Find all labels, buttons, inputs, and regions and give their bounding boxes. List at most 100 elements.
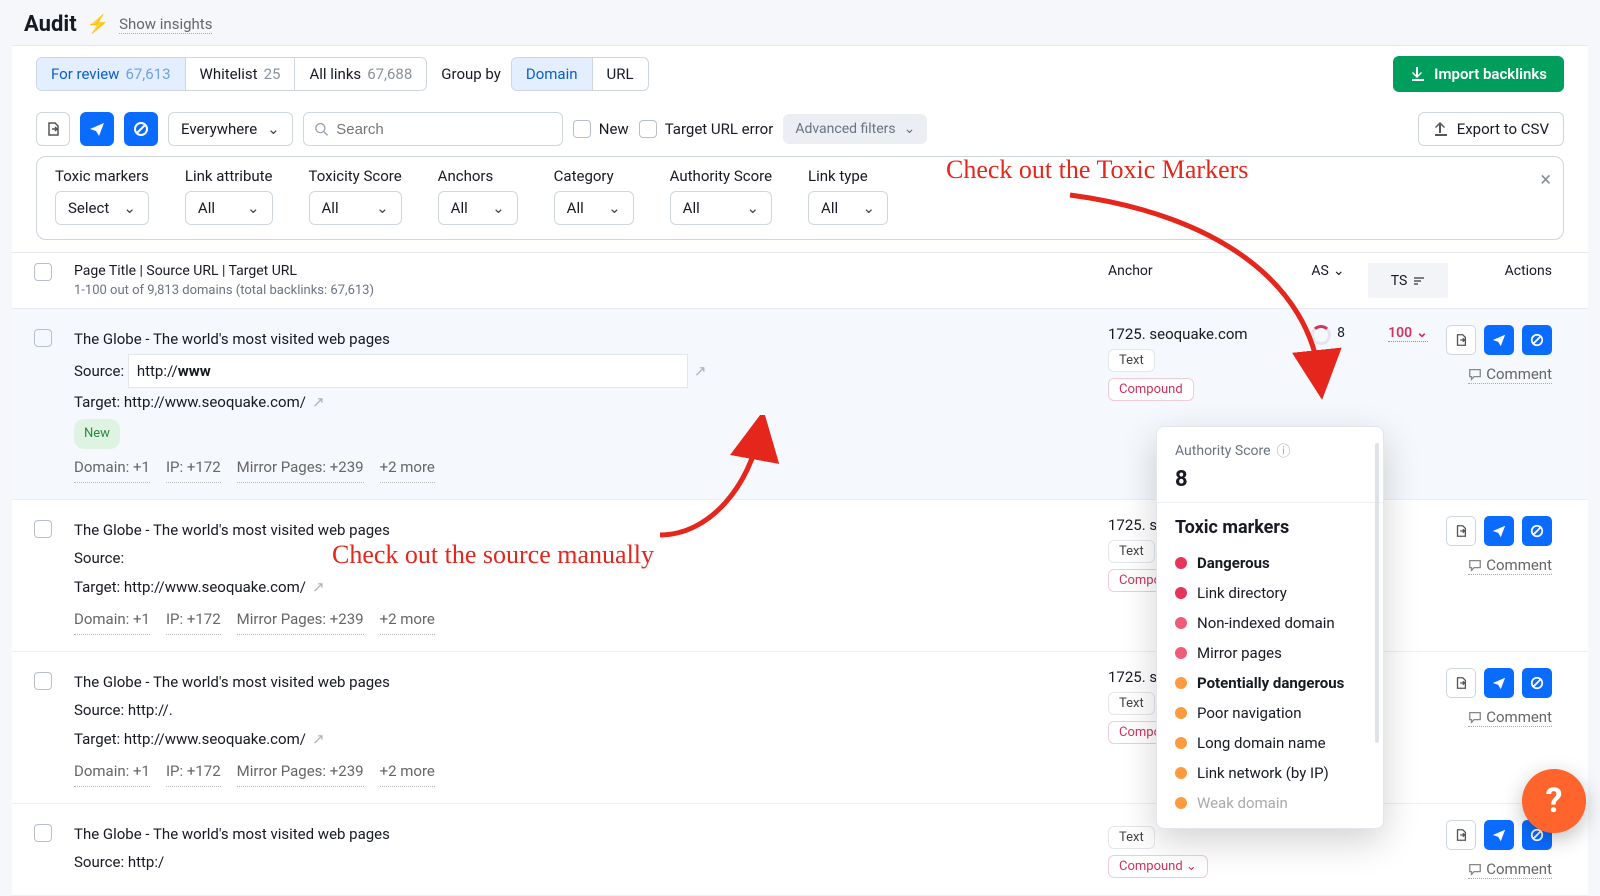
target-url[interactable]: http://www.seoquake.com/ [124,730,306,748]
disavow-icon-button[interactable] [124,112,158,146]
chevron-down-icon: ⌄ [862,199,875,217]
advanced-filters-button[interactable]: Advanced filters ⌄ [783,114,927,144]
row-move-button[interactable] [1446,516,1476,546]
scope-select[interactable]: Everywhere ⌄ [168,112,293,146]
search-input[interactable] [336,121,552,138]
external-link-icon[interactable]: ↗ [312,393,325,411]
meta-mirror[interactable]: Mirror Pages: +239 [237,453,364,483]
meta-more[interactable]: +2 more [380,453,435,483]
meta-domain[interactable]: Domain: +1 [74,453,150,483]
as-value: 8 [1337,325,1345,341]
table-header: Page Title | Source URL | Target URL 1-1… [12,252,1588,309]
row-send-button[interactable] [1484,516,1514,546]
comment-icon [1468,710,1482,724]
anchor-type-tag: Text [1108,349,1155,372]
checkbox-icon [639,120,657,138]
block-icon [133,121,149,137]
external-link-icon[interactable]: ↗ [694,362,707,380]
button-label: Advanced filters [795,121,895,137]
row-checkbox[interactable] [34,824,52,842]
filter-new[interactable]: New [573,120,629,138]
tab-count: 67,688 [367,65,412,83]
th-ts[interactable]: TS [1368,263,1448,298]
comment-button[interactable]: Comment [1468,708,1552,727]
close-filters-button[interactable]: × [1540,167,1551,191]
filter-label: Toxicity Score [309,167,402,185]
comment-button[interactable]: Comment [1468,556,1552,575]
row-disavow-button[interactable] [1522,325,1552,355]
th-as[interactable]: AS⌄ [1288,263,1368,279]
marker-label: Link directory [1197,584,1287,602]
select-all-checkbox[interactable] [34,263,52,281]
row-send-button[interactable] [1484,820,1514,850]
row-send-button[interactable] [1484,668,1514,698]
group-by-domain[interactable]: Domain [512,58,593,90]
tab-whitelist[interactable]: Whitelist 25 [186,58,296,90]
row-checkbox[interactable] [34,672,52,690]
filter-link-attribute-select[interactable]: All⌄ [185,191,273,225]
row-send-button[interactable] [1484,325,1514,355]
meta-mirror[interactable]: Mirror Pages: +239 [237,605,364,635]
meta-ip[interactable]: IP: +172 [166,757,221,787]
row-title: The Globe - The world's most visited web… [74,668,1108,697]
row-checkbox[interactable] [34,329,52,347]
target-url[interactable]: http://www.seoquake.com/ [124,578,306,596]
row-move-button[interactable] [1446,325,1476,355]
meta-domain[interactable]: Domain: +1 [74,757,150,787]
button-label: Import backlinks [1434,65,1547,83]
target-url[interactable]: http://www.seoquake.com/ [124,393,306,411]
meta-domain[interactable]: Domain: +1 [74,605,150,635]
filter-toxic-markers-select[interactable]: Select⌄ [55,191,149,225]
tab-for-review[interactable]: For review 67,613 [37,58,186,90]
row-disavow-button[interactable] [1522,668,1552,698]
group-by-url[interactable]: URL [593,58,648,90]
import-backlinks-button[interactable]: Import backlinks [1393,56,1564,92]
meta-more[interactable]: +2 more [380,757,435,787]
source-url-input[interactable]: http://www [128,354,688,389]
source-url[interactable]: http://. [128,701,173,719]
meta-ip[interactable]: IP: +172 [166,453,221,483]
meta-ip[interactable]: IP: +172 [166,605,221,635]
tab-count: 25 [264,65,281,83]
toxic-marker-item: Weak domain [1175,788,1365,818]
row-title: The Globe - The world's most visited web… [74,325,1108,354]
filter-anchors-select[interactable]: All⌄ [438,191,518,225]
group-by-segment: Domain URL [511,57,649,91]
filter-category-select[interactable]: All⌄ [554,191,634,225]
row-checkbox[interactable] [34,520,52,538]
search-input-wrap[interactable] [303,112,563,146]
filter-toxicity-score-select[interactable]: All⌄ [309,191,402,225]
comment-button[interactable]: Comment [1468,860,1552,879]
row-disavow-button[interactable] [1522,516,1552,546]
comment-button[interactable]: Comment [1468,365,1552,384]
anchor-type-tag: Text [1108,826,1155,849]
external-link-icon[interactable]: ↗ [312,730,325,748]
show-insights-link[interactable]: Show insights [119,15,212,34]
row-move-button[interactable] [1446,820,1476,850]
scrollbar[interactable] [1375,443,1379,743]
toxic-marker-item: Non-indexed domain [1175,608,1365,638]
filter-label: Anchors [438,167,518,185]
filter-label: Link attribute [185,167,273,185]
button-label: Export to CSV [1457,120,1549,138]
marker-label: Poor navigation [1197,704,1302,722]
th-page: Page Title | Source URL | Target URL [74,263,1108,279]
meta-more[interactable]: +2 more [380,605,435,635]
send-icon-button[interactable] [80,112,114,146]
export-csv-button[interactable]: Export to CSV [1418,112,1564,146]
filter-target-error[interactable]: Target URL error [639,120,774,138]
toxic-marker-item: Potentially dangerous [1175,668,1365,698]
move-to-icon-button[interactable] [36,112,70,146]
help-fab[interactable]: ? [1522,769,1586,833]
filter-authority-score-select[interactable]: All⌄ [670,191,772,225]
info-icon[interactable]: ⓘ [1277,441,1291,461]
meta-mirror[interactable]: Mirror Pages: +239 [237,757,364,787]
filter-link-type-select[interactable]: All⌄ [808,191,888,225]
row-move-button[interactable] [1446,668,1476,698]
external-link-icon[interactable]: ↗ [312,578,325,596]
ts-value[interactable]: 100 ⌄ [1388,325,1428,342]
tab-label: Whitelist [200,65,258,83]
marker-dot-icon [1175,617,1187,629]
source-url[interactable]: http:/ [128,853,164,871]
tab-all-links[interactable]: All links 67,688 [295,58,426,90]
